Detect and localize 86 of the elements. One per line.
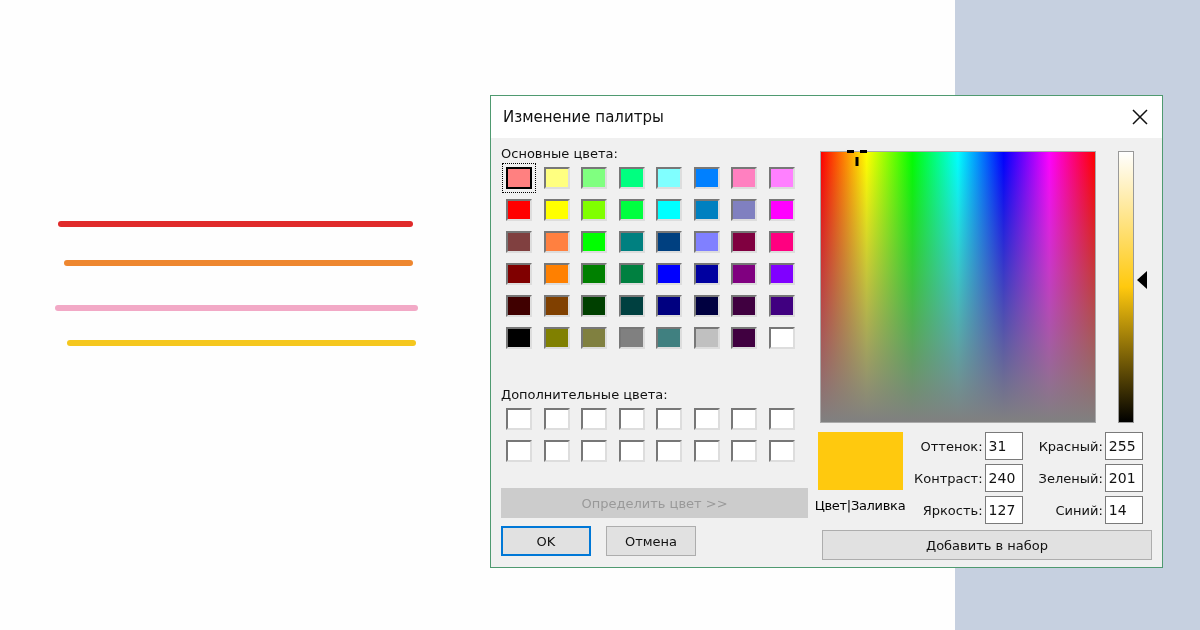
color-swatch[interactable]: [543, 199, 570, 221]
value-field[interactable]: 240: [984, 464, 1023, 492]
color-swatch[interactable]: [581, 263, 607, 285]
color-swatch[interactable]: [618, 263, 645, 285]
color-swatch[interactable]: [656, 231, 682, 253]
value-field[interactable]: 127: [984, 496, 1023, 524]
value-field[interactable]: 14: [1104, 496, 1143, 524]
color-swatch[interactable]: [693, 167, 720, 189]
color-swatch[interactable]: [656, 295, 682, 317]
window-title: Изменение палитры: [503, 108, 664, 126]
color-swatch[interactable]: [731, 199, 757, 221]
color-swatch[interactable]: [768, 263, 795, 285]
color-swatch[interactable]: [581, 167, 607, 189]
color-swatch[interactable]: [618, 199, 645, 221]
color-swatch[interactable]: [656, 440, 682, 462]
color-swatch[interactable]: [581, 295, 607, 317]
color-swatch[interactable]: [618, 440, 645, 462]
color-swatch[interactable]: [731, 295, 757, 317]
section-label: Дополнительные цвета:: [501, 387, 669, 402]
color-swatch[interactable]: [693, 199, 720, 221]
color-swatch[interactable]: [618, 327, 645, 349]
add-to-custom-button[interactable]: Добавить в набор: [822, 530, 1152, 560]
color-swatch[interactable]: [506, 231, 532, 253]
color-swatch[interactable]: [693, 408, 720, 430]
color-swatch[interactable]: [618, 408, 645, 430]
color-swatch[interactable]: [506, 199, 532, 221]
color-swatch[interactable]: [581, 199, 607, 221]
section-label: Основные цвета:: [501, 146, 619, 161]
color-swatch[interactable]: [543, 440, 570, 462]
field-label: Зеленый:: [1038, 470, 1103, 486]
color-swatch[interactable]: [506, 327, 532, 349]
value-field[interactable]: 201: [1104, 464, 1143, 492]
color-swatch[interactable]: [768, 231, 795, 253]
color-swatch[interactable]: [656, 263, 682, 285]
color-swatch[interactable]: [543, 327, 570, 349]
dialog-button[interactable]: Отмена: [606, 526, 696, 556]
color-swatch[interactable]: [693, 440, 720, 462]
field-label: Красный:: [1038, 438, 1103, 454]
color-swatch[interactable]: [656, 167, 682, 189]
color-swatch[interactable]: [693, 263, 720, 285]
color-swatch[interactable]: [768, 199, 795, 221]
color-swatch[interactable]: [543, 408, 570, 430]
color-swatch[interactable]: [693, 295, 720, 317]
field-label: Синий:: [1055, 502, 1103, 518]
color-swatch[interactable]: [768, 440, 795, 462]
color-swatch[interactable]: [731, 327, 757, 349]
color-swatch[interactable]: [731, 167, 757, 189]
color-swatch[interactable]: [543, 167, 570, 189]
color-swatch[interactable]: [581, 231, 607, 253]
color-swatch[interactable]: [731, 408, 757, 430]
color-swatch[interactable]: [506, 263, 532, 285]
color-swatch[interactable]: [506, 440, 532, 462]
color-swatch[interactable]: [768, 408, 795, 430]
color-swatch[interactable]: [543, 263, 570, 285]
color-swatch[interactable]: [506, 295, 532, 317]
color-swatch[interactable]: [731, 231, 757, 253]
field-label: Контраст:: [914, 470, 983, 486]
color-swatch[interactable]: [731, 263, 757, 285]
dialog-button[interactable]: OK: [501, 526, 591, 556]
value-field[interactable]: 31: [984, 432, 1023, 460]
color-swatch[interactable]: [656, 408, 682, 430]
color-swatch[interactable]: [693, 327, 720, 349]
color-swatch[interactable]: [618, 167, 645, 189]
color-swatch[interactable]: [656, 199, 682, 221]
color-swatch[interactable]: [768, 295, 795, 317]
color-swatch[interactable]: [768, 327, 795, 349]
color-swatch[interactable]: [543, 231, 570, 253]
color-swatch[interactable]: [581, 440, 607, 462]
close-icon: [1132, 109, 1148, 125]
color-swatch[interactable]: [543, 295, 570, 317]
color-swatch[interactable]: [731, 440, 757, 462]
color-swatch[interactable]: [618, 231, 645, 253]
preview-caption: Цвет|Заливка: [814, 498, 906, 513]
field-label: Яркость:: [922, 502, 983, 518]
color-swatch[interactable]: [581, 327, 607, 349]
color-swatch[interactable]: [581, 408, 607, 430]
field-label: Оттенок:: [920, 438, 983, 454]
color-swatch[interactable]: [693, 231, 720, 253]
color-swatch[interactable]: [768, 167, 795, 189]
crosshair-icon: [846, 150, 867, 167]
color-swatch[interactable]: [618, 295, 645, 317]
color-swatch[interactable]: [656, 327, 682, 349]
color-spectrum[interactable]: [820, 151, 1096, 423]
value-field[interactable]: 255: [1104, 432, 1143, 460]
slider-arrow-icon[interactable]: [1137, 270, 1147, 289]
color-swatch[interactable]: [506, 408, 532, 430]
